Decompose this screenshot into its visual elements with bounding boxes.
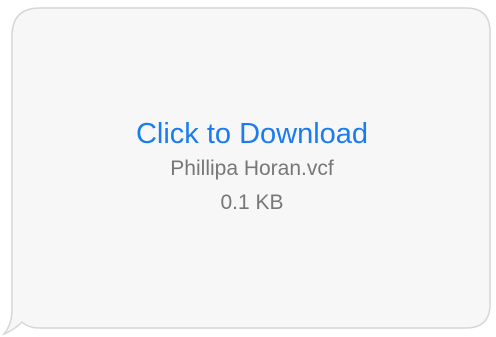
message-bubble[interactable]: Click to Download Phillipa Horan.vcf 0.1… bbox=[0, 0, 496, 337]
download-link[interactable]: Click to Download bbox=[136, 117, 368, 151]
attachment-file-name: Phillipa Horan.vcf bbox=[170, 157, 334, 180]
attachment-card: Click to Download Phillipa Horan.vcf 0.1… bbox=[12, 6, 492, 328]
attachment-file-size: 0.1 KB bbox=[220, 191, 284, 214]
